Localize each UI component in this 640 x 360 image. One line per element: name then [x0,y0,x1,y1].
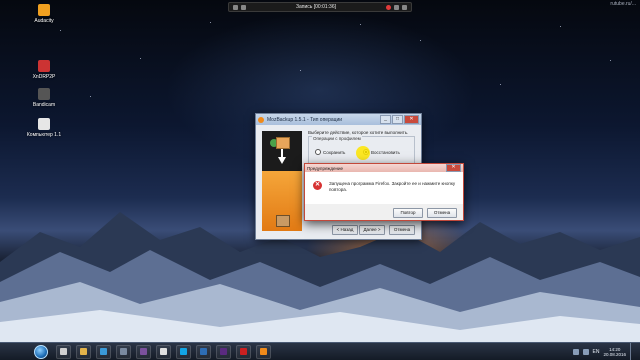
taskbar-item[interactable] [176,344,191,359]
next-button[interactable]: Далее > [359,225,385,235]
file-icon [60,347,67,355]
taskbar-item[interactable] [96,344,111,359]
taskbar-item[interactable] [256,344,271,359]
audio-icon [160,347,167,355]
banner-bottom [262,171,302,231]
star [90,96,91,97]
package-icon [276,137,290,149]
cancel-button[interactable]: Отмена [389,225,415,235]
desktop-icon-bandicam[interactable]: Bandicam [26,88,62,108]
group-label: Операции с профилем [312,136,362,141]
dialog-body: ✕ Запущена программа Firefox. Закройте е… [305,172,463,204]
star [210,22,211,23]
radio-circle[interactable] [315,149,321,155]
retry-button[interactable]: Повтор [393,208,423,218]
dialog-title: Предупреждение [307,165,344,171]
taskbar: EN 14:20 20.08.2016 [0,342,640,360]
warning-dialog: Предупреждение ✕ ✕ Запущена программа Fi… [304,163,464,221]
desktop-icon-xndrp2p[interactable]: XnDRP2P [26,60,62,80]
window-titlebar[interactable]: MozBackup 1.5.1 - Тип операции _ □ ✕ [256,114,421,125]
desktop-icon-label: XnDRP2P [32,74,56,80]
dialog-message: Запущена программа Firefox. Закройте ее … [329,181,456,192]
radio-save[interactable]: Сохранить [315,149,345,155]
star [420,40,421,41]
record-icon[interactable] [385,4,391,10]
volume-icon[interactable] [582,348,589,355]
photoshop-icon [200,347,207,355]
maximize-button[interactable]: □ [392,115,403,124]
network-icon[interactable] [572,348,579,355]
cursor-highlight [356,146,370,160]
star [300,70,301,71]
dialog-cancel-button[interactable]: Отмена [427,208,457,218]
watermark: rutube.ru/... [610,1,636,7]
taskbar-item[interactable] [156,344,171,359]
language-indicator[interactable]: EN [593,349,600,355]
star [560,26,561,27]
folder-icon [80,347,87,355]
app-icon [38,60,50,72]
taskbar-item[interactable] [76,344,91,359]
bandicam-icon [38,88,50,100]
taskbar-item[interactable] [136,344,151,359]
star [610,60,611,61]
desktop-icon-audacity[interactable]: Audacity [26,4,62,24]
show-desktop-button[interactable] [630,343,636,360]
banner-top [262,131,302,171]
computer-icon [38,118,50,130]
mozbackup-icon [258,116,264,123]
wizard-prompt: Выберите действие, которое хотите выполн… [308,130,409,135]
star [60,30,61,31]
screen-recorder-bar[interactable]: Запись [00:01:36] [228,2,412,12]
window-title: MozBackup 1.5.1 - Тип операции [267,116,343,123]
desktop-icon-label: Audacity [34,18,54,24]
viber-icon [140,347,147,355]
star [360,24,361,25]
back-button[interactable]: < Назад [332,225,358,235]
dialog-close-button[interactable]: ✕ [446,164,461,172]
taskbar-items [56,344,271,359]
minimize-button[interactable]: _ [380,115,391,124]
taskbar-item[interactable] [216,344,231,359]
desktop-icon-label: Компьютер 1.1 [26,132,62,138]
desktop-icon-computer[interactable]: Компьютер 1.1 [26,118,62,138]
start-button[interactable] [34,344,48,359]
window-icon[interactable] [233,4,238,10]
camera-icon[interactable] [401,4,407,10]
library-icon [120,347,127,355]
close-button[interactable]: ✕ [404,115,419,124]
wizard-banner [262,131,302,231]
audacity-icon [38,4,50,16]
package-icon [276,215,290,227]
fullscreen-icon[interactable] [241,4,246,10]
mozbackup-icon [260,347,267,355]
radio-label: Восстановить [371,149,400,155]
clock-date: 20.08.2016 [603,351,626,357]
desktop-icon-label: Bandicam [32,102,56,108]
taskbar-item[interactable] [56,344,71,359]
taskbar-item[interactable] [236,344,251,359]
dialog-titlebar[interactable]: Предупреждение ✕ [305,164,463,172]
skype-icon [180,347,187,355]
system-tray: EN 14:20 20.08.2016 [572,343,640,360]
recording-time: Запись [00:01:36] [295,4,337,10]
radio-label: Сохранить [323,149,346,155]
star [500,84,501,85]
arrow-down-icon [278,157,286,164]
clock[interactable]: 14:20 20.08.2016 [603,347,626,357]
taskbar-item[interactable] [116,344,131,359]
media-icon [100,347,107,355]
error-icon: ✕ [313,181,322,190]
star [140,58,141,59]
record-icon [240,347,247,355]
pause-icon[interactable] [393,4,399,10]
premiere-icon [220,347,227,355]
taskbar-item[interactable] [196,344,211,359]
